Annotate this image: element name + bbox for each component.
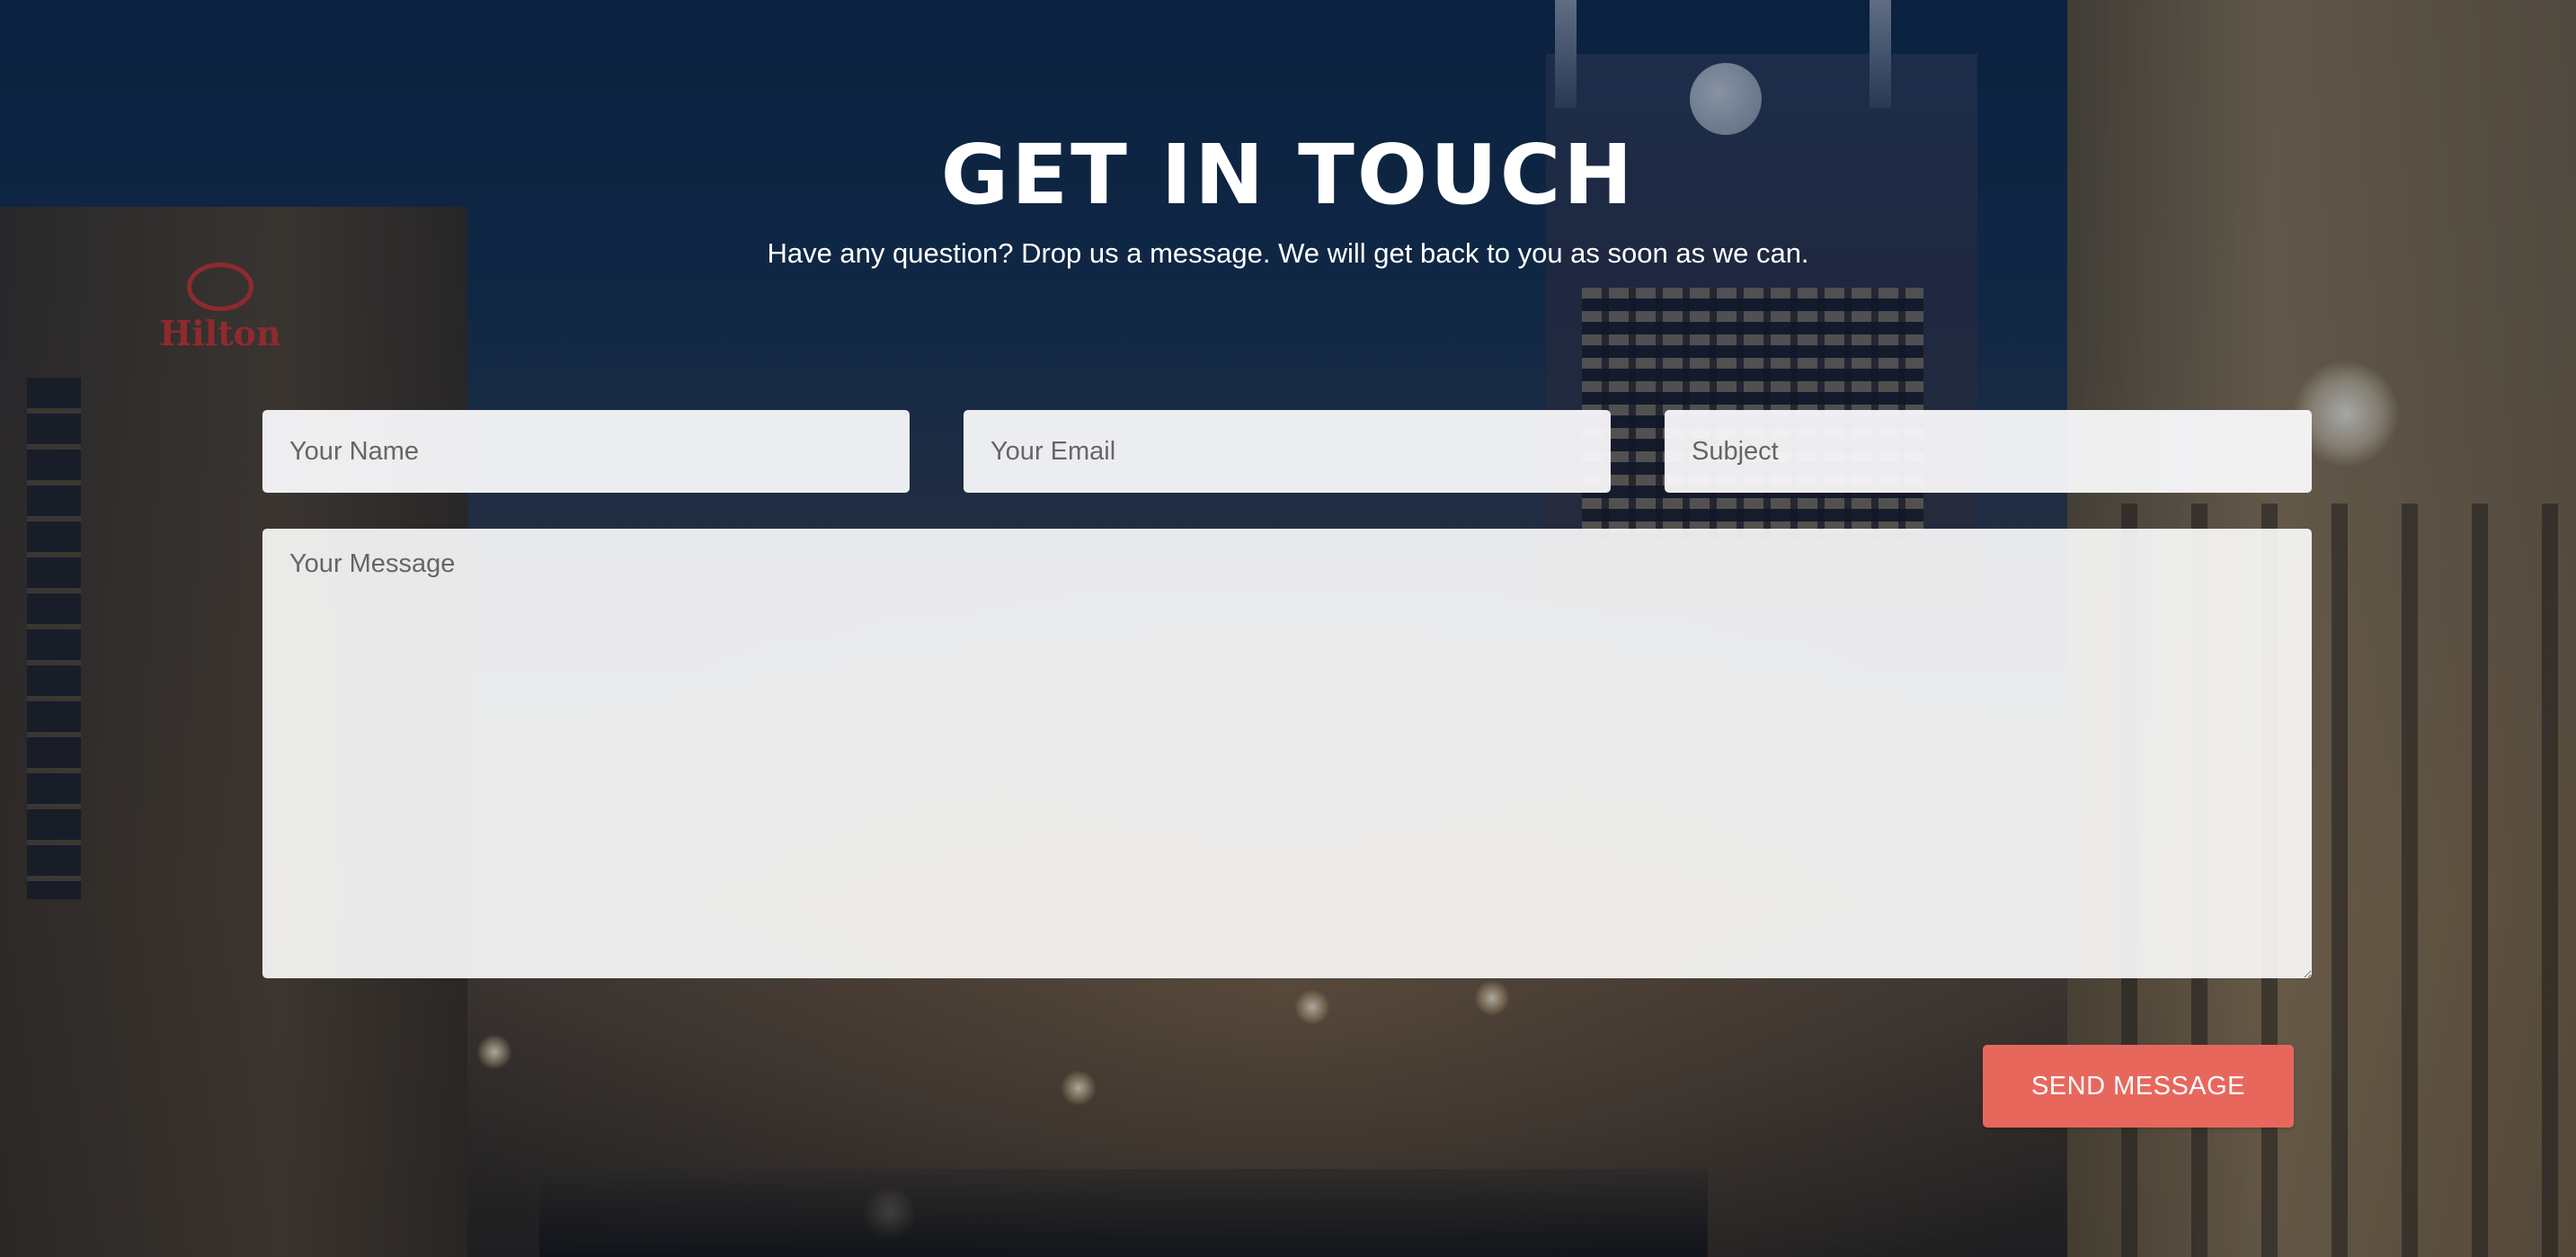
contact-section: Hilton GET IN TOUCH Have any question? D… xyxy=(0,0,2576,1257)
subject-input[interactable] xyxy=(1665,410,2312,493)
section-subtitle: Have any question? Drop us a message. We… xyxy=(767,237,1809,269)
send-message-button[interactable]: SEND MESSAGE xyxy=(1983,1045,2294,1128)
section-title: GET IN TOUCH xyxy=(940,127,1636,223)
email-input[interactable] xyxy=(964,410,1611,493)
contact-content: GET IN TOUCH Have any question? Drop us … xyxy=(0,0,2576,1257)
message-textarea[interactable] xyxy=(262,529,2312,978)
name-input[interactable] xyxy=(262,410,910,493)
